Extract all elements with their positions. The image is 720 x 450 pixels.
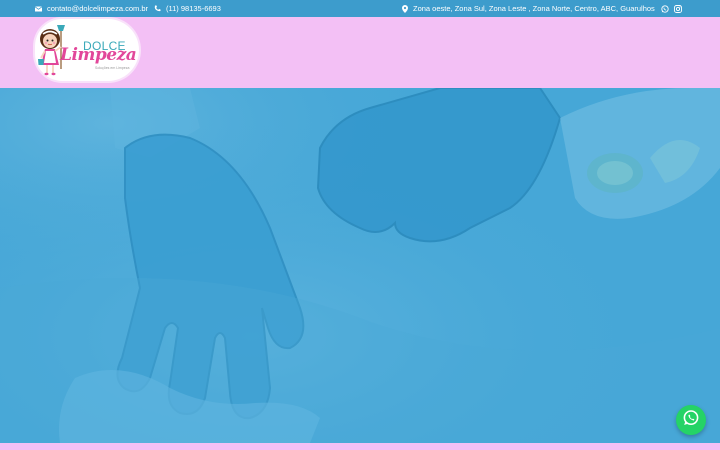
whatsapp-link[interactable]: [661, 0, 669, 17]
location-text: Zona oeste, Zona Sul, Zona Leste , Zona …: [413, 4, 655, 13]
brand-logo[interactable]: DOLCE Limpeza Soluções em Limpeza: [35, 19, 139, 81]
hero-banner: [0, 88, 720, 443]
service-area: Zona oeste, Zona Sul, Zona Leste , Zona …: [402, 0, 655, 17]
phone-icon: [154, 5, 161, 12]
map-pin-icon: [402, 4, 408, 13]
logo-tagline: Soluções em Limpeza: [95, 66, 130, 70]
phone-text[interactable]: (11) 98135-6693: [166, 4, 221, 13]
whatsapp-chat-icon: [682, 409, 700, 432]
logo-limpeza-text: Limpeza: [60, 45, 137, 65]
contact-email[interactable]: contato@dolcelimpeza.com.br: [35, 0, 148, 17]
whatsapp-chat-button[interactable]: [676, 405, 706, 435]
contact-phone[interactable]: (11) 98135-6693: [154, 0, 221, 17]
envelope-icon: [35, 5, 42, 12]
site-header: DOLCE Limpeza Soluções em Limpeza: [0, 17, 720, 88]
cleaning-gloves-hero-image: [0, 88, 720, 443]
email-text[interactable]: contato@dolcelimpeza.com.br: [47, 4, 148, 13]
instagram-link[interactable]: [674, 0, 682, 17]
footer-strip: [0, 443, 720, 450]
instagram-icon[interactable]: [674, 4, 682, 13]
whatsapp-icon[interactable]: [661, 4, 669, 13]
top-bar: contato@dolcelimpeza.com.br (11) 98135-6…: [0, 0, 720, 17]
